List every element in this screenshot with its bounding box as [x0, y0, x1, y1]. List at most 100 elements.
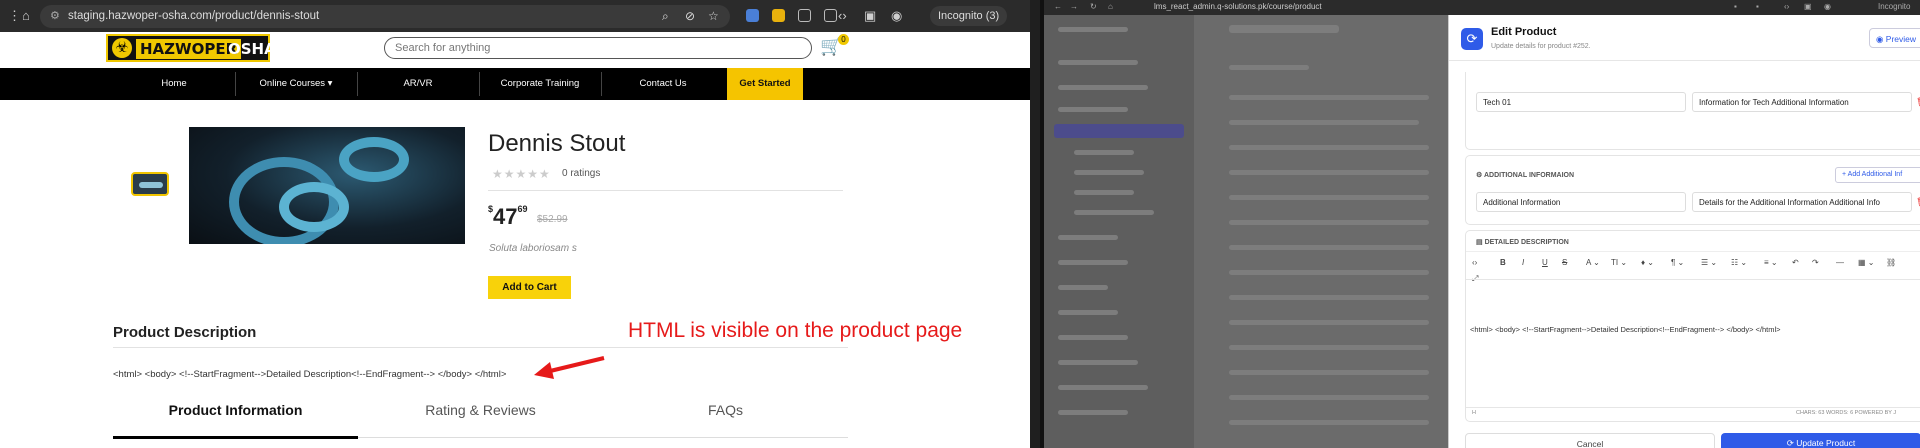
product-description-heading: Product Description	[113, 324, 257, 341]
bookmark-star-icon[interactable]: ☆	[708, 9, 719, 23]
rich-text-editor[interactable]: <html> <body> <!--StartFragment-->Detail…	[1466, 279, 1920, 407]
add-additional-button[interactable]: + Add Additional Inf	[1835, 167, 1920, 183]
short-description: Soluta laboriosam s	[489, 243, 577, 254]
panel-subtitle: Update details for product #252.	[1491, 43, 1591, 50]
bold-icon[interactable]: B	[1500, 258, 1506, 267]
editor-footer: H CHARS: 63 WORDS: 6 POWERED BY J	[1466, 407, 1920, 419]
product-page: ☣ HAZWOPER OSHA Search for anything 🛒 0 …	[0, 32, 1030, 448]
nav-online-courses[interactable]: Online Courses ▾	[235, 68, 357, 100]
divider	[488, 190, 843, 191]
cart-count-badge: 0	[838, 34, 849, 45]
sidebar-active-item	[1054, 124, 1184, 138]
eye-off-icon[interactable]: ⊘	[685, 9, 695, 23]
nav-corporate-training[interactable]: Corporate Training	[479, 68, 601, 100]
blurred-admin-background	[1044, 15, 1448, 448]
strikethrough-icon[interactable]: S	[1562, 258, 1567, 267]
screen: ⋮ ⌂ ⚙ staging.hazwoper-osha.com/product/…	[0, 0, 1920, 448]
trash-icon[interactable]: 🗑	[1916, 97, 1920, 108]
product-thumbnail[interactable]	[131, 172, 169, 196]
refresh-icon: ⟳	[1461, 28, 1483, 50]
search-input[interactable]: Search for anything	[384, 37, 812, 59]
admin-profile-label[interactable]: Incognito	[1878, 2, 1910, 11]
redo-icon[interactable]: ↷	[1812, 258, 1819, 267]
incognito-icon: ◉	[1824, 2, 1831, 11]
old-price: $52.99	[537, 214, 568, 225]
highlight-icon[interactable]: ♦ ⌄	[1641, 258, 1654, 267]
paragraph-icon[interactable]: ¶ ⌄	[1671, 258, 1684, 267]
incognito-badge[interactable]: Incognito (3)	[930, 6, 1008, 26]
nav-ar-vr[interactable]: AR/VR	[357, 68, 479, 100]
extension-icon[interactable]	[798, 9, 811, 22]
logo-text-left: HAZWOPER	[136, 39, 242, 59]
extension-icon[interactable]: ▪	[1734, 2, 1737, 11]
home-icon[interactable]: ⌂	[22, 8, 30, 23]
additional-value-field[interactable]: Details for the Additional Information A…	[1692, 192, 1912, 212]
align-icon[interactable]: ≡ ⌄	[1764, 258, 1778, 267]
link-icon[interactable]: ⛓	[1886, 258, 1896, 267]
update-label: Update Product	[1796, 438, 1856, 448]
menu-icon[interactable]: ⋮	[8, 8, 21, 24]
nav-get-started-button[interactable]: Get Started	[727, 68, 803, 100]
detailed-description-section: ▤ DETAILED DESCRIPTION ‹› B I U S A ⌄ TI…	[1465, 230, 1920, 422]
forward-icon[interactable]: →	[1070, 2, 1078, 11]
table-icon[interactable]: ▦ ⌄	[1858, 258, 1874, 267]
preview-label: Preview	[1885, 34, 1917, 44]
element-path: H	[1472, 410, 1476, 416]
info-value-field[interactable]: Information for Tech Additional Informat…	[1692, 92, 1912, 112]
nav-contact-us[interactable]: Contact Us	[601, 68, 725, 100]
home-icon[interactable]: ⌂	[1108, 2, 1113, 11]
italic-icon[interactable]: I	[1522, 258, 1524, 267]
sidebar-icon[interactable]: ▣	[864, 8, 876, 24]
code-icon[interactable]: ‹›	[838, 8, 847, 23]
add-to-cart-button[interactable]: Add to Cart	[488, 276, 571, 299]
tab-rating-reviews[interactable]: Rating & Reviews	[358, 402, 603, 418]
reload-icon[interactable]: ↻	[1090, 2, 1097, 11]
product-price: $4769	[488, 204, 528, 230]
char-word-count: CHARS: 63 WORDS: 6 POWERED BY J	[1796, 410, 1897, 416]
tab-faqs[interactable]: FAQs	[603, 402, 848, 418]
font-color-icon[interactable]: A ⌄	[1586, 258, 1600, 267]
extension-icon[interactable]	[746, 9, 759, 22]
site-logo[interactable]: ☣ HAZWOPER OSHA	[106, 34, 276, 62]
address-bar[interactable]: ⚙ staging.hazwoper-osha.com/product/denn…	[40, 5, 730, 28]
additional-name-field[interactable]: Additional Information	[1476, 192, 1686, 212]
ratings-count[interactable]: 0 ratings	[562, 168, 600, 179]
additional-information-section: ⚙ ADDITIONAL INFORMAION + Add Additional…	[1465, 155, 1920, 225]
code-icon[interactable]: ‹›	[1784, 2, 1789, 11]
font-size-icon[interactable]: TI ⌄	[1611, 258, 1627, 267]
underline-icon[interactable]: U	[1542, 258, 1548, 267]
admin-window: ← → ↻ ⌂ lms_react_admin.q-solutions.pk/c…	[1044, 0, 1920, 448]
zoom-icon[interactable]: ⌕	[662, 9, 669, 24]
code-view-icon[interactable]: ‹›	[1472, 258, 1477, 267]
preview-button[interactable]: ◉ Preview	[1869, 28, 1920, 48]
detailed-heading: ▤ DETAILED DESCRIPTION	[1476, 239, 1569, 246]
admin-url-text[interactable]: lms_react_admin.q-solutions.pk/course/pr…	[1154, 2, 1322, 11]
update-product-button[interactable]: ⟳ Update Product	[1721, 433, 1920, 448]
extension-icon[interactable]: ▪	[1756, 2, 1759, 11]
puzzle-icon[interactable]	[824, 9, 837, 22]
info-name-field[interactable]: Tech 01	[1476, 92, 1686, 112]
extension-icon[interactable]	[772, 9, 785, 22]
biohazard-icon: ☣	[112, 38, 132, 58]
product-tabs: Product Information Rating & Reviews FAQ…	[113, 402, 848, 448]
back-icon[interactable]: ←	[1054, 2, 1062, 11]
trash-icon[interactable]: 🗑	[1916, 197, 1920, 208]
cancel-button[interactable]: Cancel	[1465, 433, 1715, 448]
incognito-icon: ◉	[891, 8, 903, 23]
additional-heading: ⚙ ADDITIONAL INFORMAION	[1476, 172, 1575, 179]
panel-title: Edit Product	[1491, 26, 1557, 38]
storefront-window: ⋮ ⌂ ⚙ staging.hazwoper-osha.com/product/…	[0, 0, 1030, 448]
site-info-icon[interactable]: ⚙	[50, 9, 60, 22]
sidebar-icon[interactable]: ▣	[1804, 2, 1812, 11]
numbered-list-icon[interactable]: ☷ ⌄	[1731, 258, 1747, 267]
tab-product-information[interactable]: Product Information	[113, 402, 358, 418]
undo-icon[interactable]: ↶	[1792, 258, 1799, 267]
bullet-list-icon[interactable]: ☰ ⌄	[1701, 258, 1717, 267]
annotation-arrow-icon	[534, 356, 605, 379]
divider	[113, 347, 848, 348]
nav-home[interactable]: Home	[113, 68, 235, 100]
horizontal-rule-icon[interactable]: —	[1836, 258, 1844, 267]
product-image	[189, 127, 465, 244]
main-nav: Home Online Courses ▾ AR/VR Corporate Tr…	[0, 68, 1030, 100]
editor-content[interactable]: <html> <body> <!--StartFragment-->Detail…	[1470, 325, 1781, 334]
